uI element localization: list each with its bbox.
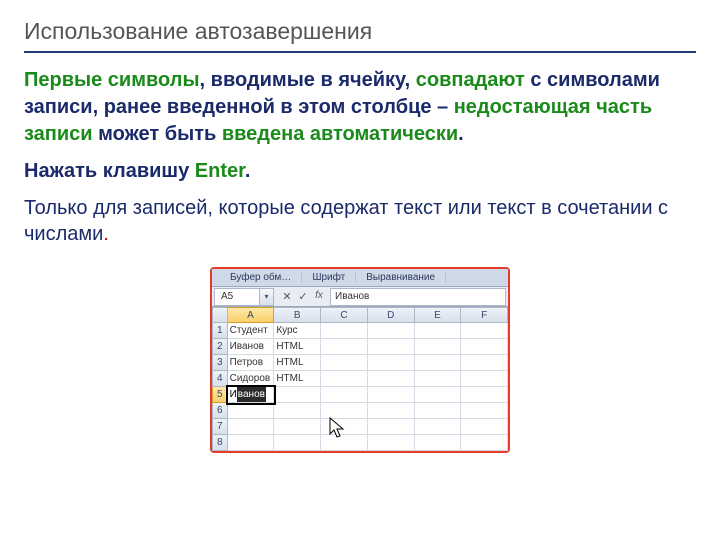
ribbon-group-align: Выравнивание bbox=[356, 272, 446, 283]
cell[interactable]: Иванов bbox=[228, 339, 275, 355]
formula-bar: A5 ▾ ✕ ✓ fx Иванов bbox=[212, 287, 508, 307]
cell[interactable]: Курс bbox=[274, 323, 321, 339]
col-header[interactable]: B bbox=[274, 307, 321, 323]
col-header[interactable]: E bbox=[415, 307, 462, 323]
col-header[interactable]: D bbox=[368, 307, 415, 323]
title-rule bbox=[24, 51, 696, 53]
cell[interactable] bbox=[228, 435, 275, 451]
row-header[interactable]: 8 bbox=[212, 435, 228, 451]
col-header[interactable]: A bbox=[228, 307, 275, 323]
page-title: Использование автозавершения bbox=[24, 18, 696, 45]
paragraph-1: Первые символы, вводимые в ячейку, совпа… bbox=[24, 67, 696, 148]
cell[interactable] bbox=[461, 435, 508, 451]
select-all-corner[interactable] bbox=[212, 307, 228, 323]
col-header[interactable]: C bbox=[321, 307, 368, 323]
cell[interactable] bbox=[368, 371, 415, 387]
cell[interactable] bbox=[321, 387, 368, 403]
row-header[interactable]: 3 bbox=[212, 355, 228, 371]
cell[interactable] bbox=[368, 355, 415, 371]
ribbon-groups: Буфер обм… Шрифт Выравнивание bbox=[212, 269, 508, 287]
row-header[interactable]: 1 bbox=[212, 323, 228, 339]
cancel-icon[interactable]: ✕ bbox=[280, 290, 294, 303]
cell[interactable] bbox=[368, 339, 415, 355]
row-header[interactable]: 2 bbox=[212, 339, 228, 355]
name-box[interactable]: A5 ▾ bbox=[214, 288, 274, 306]
cell[interactable] bbox=[461, 419, 508, 435]
note-text: Только для записей, которые содержат тек… bbox=[24, 195, 696, 247]
cell[interactable] bbox=[368, 419, 415, 435]
cell[interactable] bbox=[228, 403, 275, 419]
col-header[interactable]: F bbox=[461, 307, 508, 323]
cell[interactable] bbox=[461, 339, 508, 355]
cell[interactable] bbox=[415, 435, 462, 451]
cell[interactable] bbox=[461, 323, 508, 339]
paragraph-2: Нажать клавишу Enter. bbox=[24, 158, 696, 185]
cell[interactable]: Петров bbox=[228, 355, 275, 371]
cell[interactable] bbox=[228, 419, 275, 435]
name-box-value: A5 bbox=[221, 291, 233, 302]
cell[interactable] bbox=[461, 355, 508, 371]
enter-icon[interactable]: ✓ bbox=[296, 290, 310, 303]
cell[interactable] bbox=[321, 371, 368, 387]
name-box-dropdown-icon[interactable]: ▾ bbox=[259, 289, 273, 305]
cell[interactable] bbox=[368, 435, 415, 451]
cell[interactable]: HTML bbox=[274, 355, 321, 371]
ribbon-group-clipboard: Буфер обм… bbox=[212, 272, 302, 283]
cell[interactable] bbox=[415, 371, 462, 387]
cell[interactable]: Сидоров bbox=[228, 371, 275, 387]
cell[interactable]: HTML bbox=[274, 339, 321, 355]
row-header[interactable]: 4 bbox=[212, 371, 228, 387]
active-cell[interactable]: Иванов bbox=[228, 387, 275, 403]
fx-icon[interactable]: fx bbox=[312, 290, 326, 303]
ribbon-group-font: Шрифт bbox=[302, 272, 356, 283]
formula-input-value: Иванов bbox=[335, 291, 369, 302]
excel-screenshot: Буфер обм… Шрифт Выравнивание A5 ▾ ✕ ✓ f… bbox=[210, 267, 510, 453]
typed-text: И bbox=[230, 387, 237, 403]
cell[interactable]: HTML bbox=[274, 371, 321, 387]
cell[interactable] bbox=[321, 323, 368, 339]
cell[interactable] bbox=[321, 355, 368, 371]
cell[interactable] bbox=[461, 371, 508, 387]
cell[interactable] bbox=[274, 403, 321, 419]
formula-input[interactable]: Иванов bbox=[330, 288, 506, 306]
spreadsheet-grid[interactable]: A B C D E F 1 Студент Курс 2 Иванов HTML bbox=[212, 307, 508, 451]
cell[interactable] bbox=[415, 339, 462, 355]
cell[interactable] bbox=[321, 435, 368, 451]
row-header[interactable]: 5 bbox=[212, 387, 228, 403]
cell[interactable] bbox=[321, 339, 368, 355]
cell[interactable] bbox=[368, 403, 415, 419]
cell[interactable] bbox=[415, 355, 462, 371]
cell[interactable] bbox=[415, 387, 462, 403]
row-header[interactable]: 7 bbox=[212, 419, 228, 435]
cell[interactable] bbox=[321, 403, 368, 419]
autocomplete-suggestion: ванов bbox=[237, 387, 266, 403]
cell[interactable] bbox=[274, 387, 321, 403]
cell[interactable] bbox=[461, 403, 508, 419]
cell[interactable] bbox=[274, 419, 321, 435]
cell[interactable] bbox=[461, 387, 508, 403]
cell[interactable] bbox=[415, 403, 462, 419]
cell[interactable] bbox=[274, 435, 321, 451]
cell[interactable] bbox=[368, 323, 415, 339]
cell[interactable] bbox=[368, 387, 415, 403]
cell[interactable]: Студент bbox=[228, 323, 275, 339]
cell[interactable] bbox=[415, 323, 462, 339]
row-header[interactable]: 6 bbox=[212, 403, 228, 419]
cell[interactable] bbox=[415, 419, 462, 435]
cell[interactable] bbox=[321, 419, 368, 435]
